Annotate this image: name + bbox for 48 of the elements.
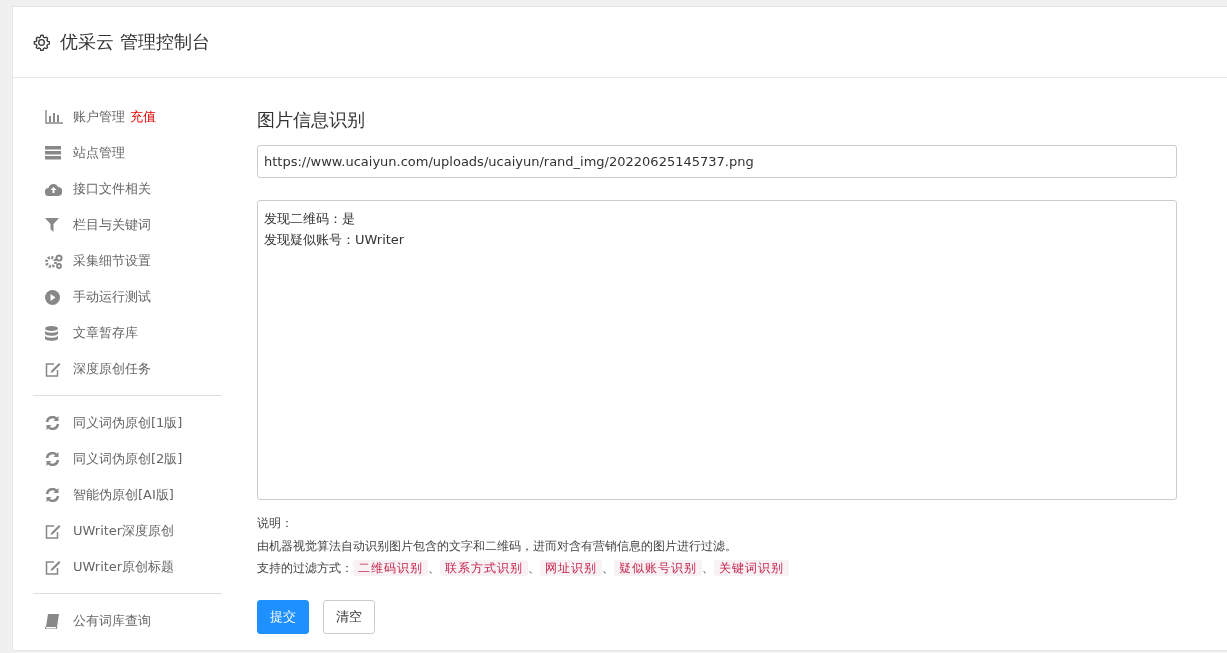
sidebar-item[interactable]: 同义词伪原创[1版] xyxy=(73,414,183,432)
sidebar-item[interactable]: 文章暂存库 xyxy=(73,324,138,342)
play-icon xyxy=(45,289,60,305)
filter-icon xyxy=(45,218,59,232)
filter-tag: 联系方式识别 xyxy=(440,560,528,576)
edit-icon xyxy=(45,559,61,575)
cloud-upload-icon xyxy=(45,182,62,196)
server-icon xyxy=(45,146,61,160)
edit-icon xyxy=(45,361,61,377)
separator: 、 xyxy=(602,561,614,575)
result-box[interactable]: 发现二维码：是 发现疑似账号：UWriter xyxy=(257,200,1177,500)
sidebar-item[interactable]: UWriter原创标题 xyxy=(73,558,175,576)
description-text: 由机器视觉算法自动识别图片包含的文字和二维码，进而对含有营销信息的图片进行过滤。 xyxy=(257,538,737,553)
sidebar-item[interactable]: 接口文件相关 xyxy=(73,180,151,198)
submit-button[interactable]: 提交 xyxy=(257,599,309,634)
sidebar-item[interactable]: 采集细节设置 xyxy=(73,252,151,270)
gears-icon xyxy=(45,253,63,269)
sidebar-item[interactable]: 智能伪原创[AI版] xyxy=(73,486,174,504)
sidebar-item[interactable]: 公有词库查询 xyxy=(73,612,151,630)
refresh-icon xyxy=(45,416,60,430)
clear-button[interactable]: 清空 xyxy=(323,599,375,634)
refresh-icon xyxy=(45,488,60,502)
sidebar-item[interactable]: 账户管理 xyxy=(73,108,125,126)
app-title: 优采云 管理控制台 xyxy=(60,30,210,54)
database-icon xyxy=(45,325,58,341)
filter-tag: 网址识别 xyxy=(540,560,602,576)
bar-chart-icon xyxy=(45,110,63,124)
sidebar-item[interactable]: UWriter深度原创 xyxy=(73,522,175,540)
filter-tag: 关键词识别 xyxy=(714,560,789,576)
settings-icon xyxy=(33,33,50,51)
separator: 、 xyxy=(528,561,540,575)
sidebar-item[interactable]: 手动运行测试 xyxy=(73,288,151,306)
filters-label: 支持的过滤方式： xyxy=(257,561,353,575)
refresh-icon xyxy=(45,452,60,466)
recharge-link[interactable]: 充值 xyxy=(130,108,156,126)
edit-icon xyxy=(45,523,61,539)
url-field[interactable]: https://www.ucaiyun.com/uploads/ucaiyun/rand_img/20220625145737.png xyxy=(257,145,1177,178)
sidebar-item[interactable]: 深度原创任务 xyxy=(73,360,151,378)
book-icon xyxy=(45,613,59,629)
sidebar-item[interactable]: 同义词伪原创[2版] xyxy=(73,450,183,468)
separator: 、 xyxy=(702,561,714,575)
filter-tag: 二维码识别 xyxy=(353,560,428,576)
notes-heading: 说明： xyxy=(257,516,293,530)
sidebar-item[interactable]: 栏目与关键词 xyxy=(73,216,151,234)
separator: 、 xyxy=(428,561,440,575)
filter-tag: 疑似账号识别 xyxy=(614,560,702,576)
sidebar-item[interactable]: 站点管理 xyxy=(73,144,125,162)
page-title: 图片信息识别 xyxy=(257,108,366,132)
